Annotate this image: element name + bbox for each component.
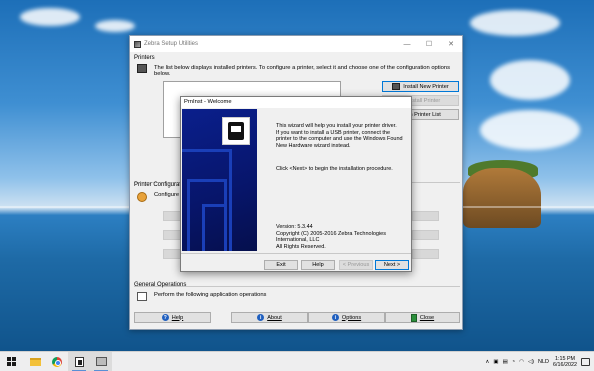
cloud — [95, 20, 135, 32]
chrome-icon — [52, 356, 62, 367]
prninst-welcome-dialog: PrnInst - Welcome This wizard will help … — [180, 96, 412, 272]
windows-logo-icon — [6, 357, 16, 366]
close-window-button[interactable]: ✕ — [440, 36, 462, 52]
notification-icon[interactable] — [581, 358, 590, 366]
tray-app-icon[interactable]: ▣ — [493, 359, 498, 365]
general-operations-description: Perform the following application operat… — [154, 292, 267, 298]
general-operations-title: General Operations — [134, 282, 187, 288]
wifi-icon[interactable]: ◠ — [519, 359, 524, 365]
options-button[interactable]: i Options — [308, 312, 385, 323]
config-option-button[interactable] — [412, 249, 439, 259]
printer-app-taskbar-button[interactable] — [90, 351, 112, 371]
dialog-help-label: Help — [312, 262, 324, 268]
window-title: Zebra Setup Utilities — [144, 41, 199, 47]
configuration-description: Configure t — [154, 192, 183, 198]
close-button[interactable]: Close — [385, 312, 460, 323]
operations-icon — [137, 292, 148, 303]
config-option-button[interactable] — [412, 211, 439, 221]
chevron-up-icon[interactable]: ∧ — [485, 359, 489, 365]
taskbar: ∧ ▣ ▤ ◔ ◠ ◁) NLD 1:15 PM 6/16/2022 — [0, 351, 594, 371]
help-label: Help — [171, 314, 184, 321]
language-indicator[interactable]: NLD — [538, 359, 549, 365]
island-rock — [463, 168, 541, 228]
cloud — [490, 60, 570, 100]
version-text: Version: 5.3.44 Copyright (C) 2005-2016 … — [276, 224, 386, 250]
printer-add-icon — [392, 83, 401, 90]
cloud — [470, 10, 560, 36]
info-icon: i — [257, 314, 265, 321]
printer-app-icon — [95, 357, 107, 366]
system-tray: ∧ ▣ ▤ ◔ ◠ ◁) NLD 1:15 PM 6/16/2022 — [485, 352, 594, 371]
banner-stripe — [202, 204, 227, 251]
start-button[interactable] — [0, 352, 22, 371]
exit-label: Exit — [276, 262, 286, 268]
app-icon — [134, 40, 141, 48]
printer-icon — [137, 64, 148, 75]
zebra-setup-taskbar-button[interactable] — [68, 351, 90, 371]
volume-icon[interactable]: ◁) — [528, 359, 534, 365]
previous-label: < Previous — [342, 262, 370, 268]
separator — [181, 253, 411, 254]
close-label: Close — [419, 314, 435, 321]
next-button[interactable]: Next > — [375, 260, 409, 270]
printers-section-title: Printers — [134, 55, 155, 61]
about-button[interactable]: i About — [231, 312, 308, 323]
options-icon: i — [331, 314, 339, 321]
minimize-button[interactable]: — — [396, 36, 418, 52]
file-explorer-button[interactable] — [24, 352, 46, 371]
previous-button[interactable]: < Previous — [339, 260, 373, 270]
clock[interactable]: 1:15 PM 6/16/2022 — [553, 356, 577, 369]
dialog-help-button[interactable]: Help — [301, 260, 335, 270]
options-label: Options — [341, 314, 362, 321]
install-new-printer-button[interactable]: Install New Printer — [382, 81, 459, 92]
help-button[interactable]: ? Help — [134, 312, 211, 323]
file-explorer-icon — [29, 357, 41, 366]
tray-device-icon[interactable]: ▤ — [503, 359, 508, 365]
cloud — [480, 110, 580, 150]
cloud — [20, 8, 80, 26]
door-icon — [410, 313, 417, 322]
config-option-button[interactable] — [412, 230, 439, 240]
zebra-banner — [182, 109, 257, 251]
chrome-button[interactable] — [46, 352, 68, 371]
maximize-button[interactable]: ☐ — [418, 36, 440, 52]
network-icon[interactable]: ◔ — [512, 359, 515, 365]
configure-icon — [137, 192, 148, 203]
wizard-intro-text: This wizard will help you install your p… — [276, 123, 403, 149]
exit-button[interactable]: Exit — [264, 260, 298, 270]
zebra-logo-icon — [222, 117, 250, 145]
install-new-printer-label: Install New Printer — [403, 83, 449, 90]
zebra-setup-icon — [74, 356, 84, 367]
next-label: Next > — [383, 262, 401, 268]
help-icon: ? — [161, 314, 169, 321]
about-label: About — [267, 314, 282, 321]
printers-description: The list below displays installed printe… — [154, 65, 451, 77]
dialog-title: PrnInst - Welcome — [181, 97, 411, 108]
click-next-text: Click <Next> to begin the installation p… — [276, 166, 393, 172]
title-bar: Zebra Setup Utilities — ☐ ✕ — [130, 36, 462, 52]
clock-date: 6/16/2022 — [553, 362, 577, 368]
